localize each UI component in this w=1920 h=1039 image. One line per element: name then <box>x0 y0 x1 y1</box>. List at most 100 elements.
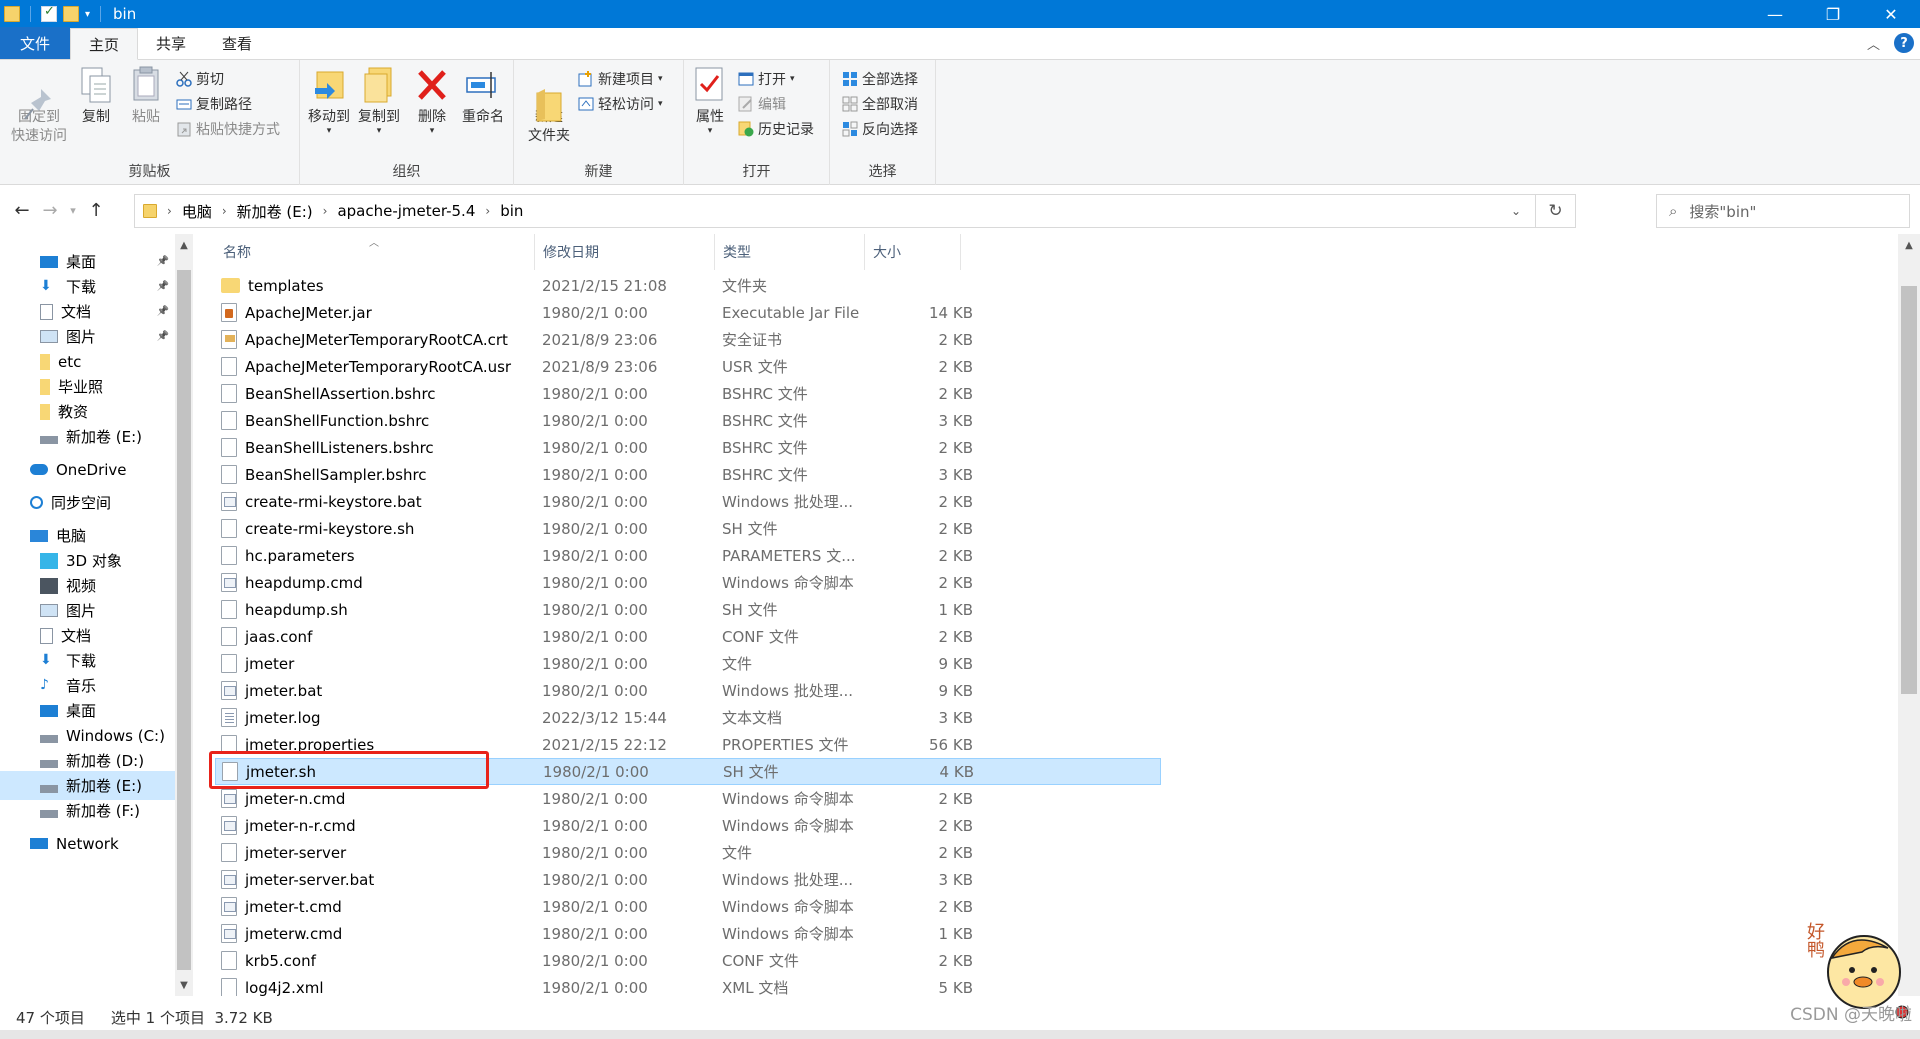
file-size: 2 KB <box>938 627 973 646</box>
recent-locations-chevron-icon[interactable]: ▾ <box>64 192 82 228</box>
file-row[interactable]: krb5.conf 1980/2/1 0:00 CONF 文件 2 KB <box>215 947 1161 974</box>
collapse-ribbon-chevron-icon[interactable]: ︿ <box>1867 34 1880 53</box>
breadcrumb-computer[interactable]: 电脑 <box>182 201 212 222</box>
minimize-button[interactable]: — <box>1746 0 1804 28</box>
select-none-button[interactable]: 全部取消 <box>842 93 918 115</box>
new-folder-button[interactable]: 新建 文件夹 <box>522 66 576 146</box>
file-row[interactable]: log4j2.xml 1980/2/1 0:00 XML 文档 5 KB <box>215 974 1161 996</box>
file-size: 2 KB <box>938 357 973 376</box>
back-arrow-icon[interactable]: ← <box>8 192 36 228</box>
move-to-button[interactable]: 移动到 ▾ <box>304 66 354 136</box>
file-row[interactable]: jmeter-server 1980/2/1 0:00 文件 2 KB <box>215 839 1161 866</box>
column-header-size[interactable]: 大小 <box>865 234 961 270</box>
breadcrumb-separator-icon[interactable]: › <box>167 204 172 218</box>
file-row[interactable]: ApacheJMeterTemporaryRootCA.crt 2021/8/9 … <box>215 326 1161 353</box>
file-row[interactable]: heapdump.cmd 1980/2/1 0:00 Windows 命令脚本 2 K… <box>215 569 1161 596</box>
breadcrumb-apache-jmeter[interactable]: apache-jmeter-5.4 <box>337 202 475 220</box>
edit-button[interactable]: 编辑 <box>738 93 786 115</box>
file-row[interactable]: jmeter-t.cmd 1980/2/1 0:00 Windows 命令脚本 2 K… <box>215 893 1161 920</box>
pin-icon[interactable]: 📌 <box>157 306 169 317</box>
copy-button[interactable]: 复制 <box>74 66 118 127</box>
scroll-up-arrow-icon[interactable]: ▲ <box>1900 236 1918 254</box>
file-row[interactable]: templates 2021/2/15 21:08 文件夹 <box>215 272 1161 299</box>
file-row[interactable]: jmeterw.cmd 1980/2/1 0:00 Windows 命令脚本 1 KB <box>215 920 1161 947</box>
file-row[interactable]: ApacheJMeter.jar 1980/2/1 0:00 Executable … <box>215 299 1161 326</box>
nav-item[interactable]: 新加卷 (E:) <box>0 422 175 451</box>
pin-icon[interactable]: 📌 <box>157 256 169 267</box>
file-row[interactable]: BeanShellAssertion.bshrc 1980/2/1 0:00 BSH… <box>215 380 1161 407</box>
file-name: BeanShellSampler.bshrc <box>245 465 427 484</box>
breadcrumb-separator-icon[interactable]: › <box>222 204 227 218</box>
tab-share[interactable]: 共享 <box>138 27 204 59</box>
new-item-button[interactable]: 新建项目 ▾ <box>578 68 663 90</box>
file-row[interactable]: jmeter 1980/2/1 0:00 文件 9 KB <box>215 650 1161 677</box>
address-bar[interactable]: › 电脑 › 新加卷 (E:) › apache-jmeter-5.4 › bi… <box>134 194 1576 228</box>
nav-item[interactable]: OneDrive <box>0 455 175 484</box>
nav-item[interactable]: 新加卷 (F:) <box>0 796 175 825</box>
nav-item[interactable]: Network <box>0 829 175 858</box>
file-row[interactable]: jmeter-server.bat 1980/2/1 0:00 Windows 批处… <box>215 866 1161 893</box>
folder-icon <box>40 353 50 370</box>
pin-icon[interactable]: 📌 <box>157 281 169 292</box>
close-button[interactable]: ✕ <box>1862 0 1920 28</box>
breadcrumb-separator-icon[interactable]: › <box>485 204 490 218</box>
easy-access-button[interactable]: 轻松访问 ▾ <box>578 93 663 115</box>
tab-home[interactable]: 主页 <box>70 28 139 60</box>
forward-arrow-icon[interactable]: → <box>36 192 64 228</box>
customize-toolbar-chevron-icon[interactable]: ▾ <box>85 9 90 20</box>
file-row[interactable]: BeanShellListeners.bshrc 1980/2/1 0:00 BSH… <box>215 434 1161 461</box>
refresh-icon[interactable]: ↻ <box>1535 195 1575 227</box>
rename-button[interactable]: 重命名 <box>458 66 508 127</box>
select-all-icon <box>842 71 858 87</box>
nav-scrollbar[interactable]: ▲ ▼ <box>175 234 193 996</box>
maximize-button[interactable]: ❐ <box>1804 0 1862 28</box>
sync-icon <box>27 493 46 512</box>
file-row[interactable]: BeanShellSampler.bshrc 1980/2/1 0:00 BSHRC… <box>215 461 1161 488</box>
pin-to-quick-access-button[interactable]: 固定到 快速访问 <box>8 66 70 146</box>
file-row[interactable]: jmeter-n-r.cmd 1980/2/1 0:00 Windows 命令脚本 2… <box>215 812 1161 839</box>
copy-path-button[interactable]: 复制路径 <box>176 93 252 115</box>
nav-scrollbar-thumb[interactable] <box>177 270 191 970</box>
scroll-up-arrow-icon[interactable]: ▲ <box>175 236 193 254</box>
file-row[interactable]: jmeter.properties 2021/2/15 22:12 PROPERTI… <box>215 731 1161 758</box>
breadcrumb-drive-e[interactable]: 新加卷 (E:) <box>237 201 313 222</box>
select-all-button[interactable]: 全部选择 <box>842 68 918 90</box>
properties-check-icon[interactable] <box>41 4 57 22</box>
file-row[interactable]: jmeter.bat 1980/2/1 0:00 Windows 批处理... 9 K… <box>215 677 1161 704</box>
file-row[interactable]: jmeter-n.cmd 1980/2/1 0:00 Windows 命令脚本 2 K… <box>215 785 1161 812</box>
paste-button[interactable]: 粘贴 <box>124 66 168 127</box>
up-arrow-icon[interactable]: ↑ <box>82 192 110 228</box>
delete-button[interactable]: 删除 ▾ <box>412 66 452 136</box>
scroll-down-arrow-icon[interactable]: ▼ <box>175 976 193 994</box>
file-row[interactable]: BeanShellFunction.bshrc 1980/2/1 0:00 BSHR… <box>215 407 1161 434</box>
pin-icon[interactable]: 📌 <box>157 331 169 342</box>
file-row[interactable]: heapdump.sh 1980/2/1 0:00 SH 文件 1 KB <box>215 596 1161 623</box>
paste-shortcut-button[interactable]: 粘贴快捷方式 <box>176 118 280 140</box>
breadcrumb-separator-icon[interactable]: › <box>323 204 328 218</box>
tab-file[interactable]: 文件 <box>0 27 70 59</box>
open-button[interactable]: 打开 ▾ <box>738 68 795 90</box>
copy-to-button[interactable]: 复制到 ▾ <box>354 66 404 136</box>
file-list-scrollbar[interactable]: ▲ <box>1898 234 1920 996</box>
file-row[interactable]: create-rmi-keystore.bat 1980/2/1 0:00 Wind… <box>215 488 1161 515</box>
column-header-date[interactable]: 修改日期 <box>535 234 715 270</box>
new-folder-icon[interactable] <box>63 6 79 22</box>
file-row[interactable]: hc.parameters 1980/2/1 0:00 PARAMETERS 文..… <box>215 542 1161 569</box>
file-row[interactable]: ApacheJMeterTemporaryRootCA.usr 2021/8/9 … <box>215 353 1161 380</box>
tab-view[interactable]: 查看 <box>204 27 270 59</box>
nav-item[interactable]: 同步空间 <box>0 488 175 517</box>
file-row[interactable]: jmeter.sh 1980/2/1 0:00 SH 文件 4 KB <box>215 758 1161 785</box>
history-button[interactable]: 历史记录 <box>738 118 814 140</box>
search-box[interactable]: ⌕ 搜索"bin" <box>1656 194 1910 228</box>
file-list-scrollbar-thumb[interactable] <box>1901 286 1917 694</box>
column-header-type[interactable]: 类型 <box>715 234 865 270</box>
help-icon[interactable]: ? <box>1894 33 1914 53</box>
address-history-chevron-icon[interactable]: ⌄ <box>1501 195 1531 227</box>
file-row[interactable]: create-rmi-keystore.sh 1980/2/1 0:00 SH 文件… <box>215 515 1161 542</box>
file-row[interactable]: jaas.conf 1980/2/1 0:00 CONF 文件 2 KB <box>215 623 1161 650</box>
file-row[interactable]: jmeter.log 2022/3/12 15:44 文本文档 3 KB <box>215 704 1161 731</box>
cut-button[interactable]: 剪切 <box>176 68 224 90</box>
invert-selection-button[interactable]: 反向选择 <box>842 118 918 140</box>
properties-button[interactable]: 属性 ▾ <box>690 66 730 136</box>
breadcrumb-bin[interactable]: bin <box>500 202 523 220</box>
